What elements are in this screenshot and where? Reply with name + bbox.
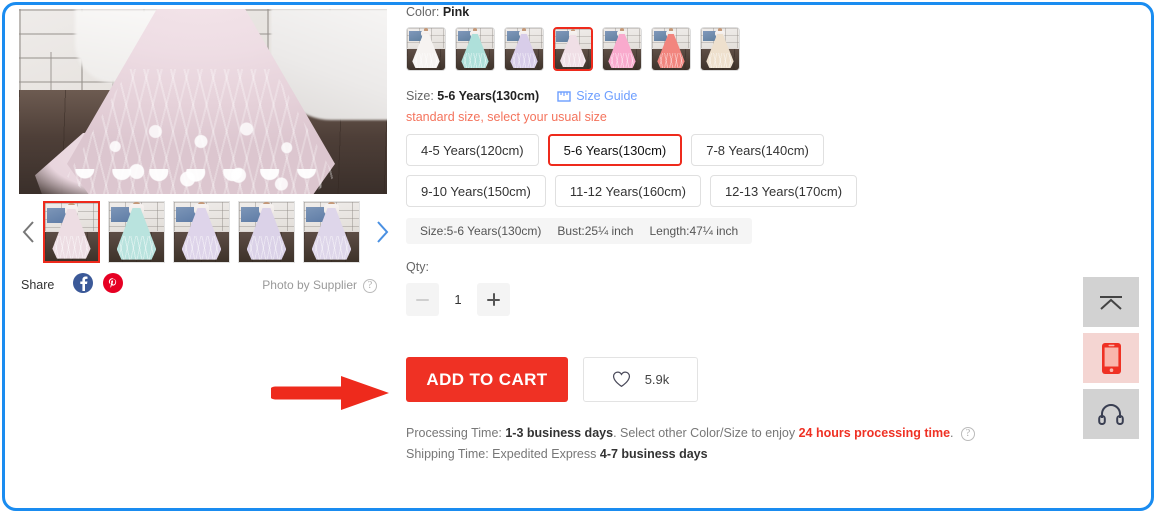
scroll-to-top-button[interactable] [1083,277,1139,327]
swatch-window [604,30,619,42]
gallery-prev-button[interactable] [19,217,37,247]
photo-credit-help-icon[interactable]: ? [363,279,377,293]
size-label: Size: [406,89,434,103]
gallery-thumbnail[interactable] [303,201,360,263]
pinterest-icon [108,278,117,288]
color-swatch[interactable] [553,27,593,71]
color-swatch[interactable] [651,27,691,71]
annotation-arrow [268,373,393,413]
processing-time-value: 1-3 business days [505,426,614,440]
gallery-next-button[interactable] [373,217,391,247]
measurement-bar: Size:5-6 Years(130cm) Bust:25¼ inch Length… [406,218,753,244]
swatch-window [653,30,668,42]
qty-label: Qty: [406,260,429,274]
color-value: Pink [442,5,470,19]
swatch-window [457,30,472,42]
color-swatch-list [406,27,1066,71]
size-value: 5-6 Years(130cm) [437,89,540,103]
processing-time-label: Processing Time: [406,426,502,440]
swatch-window [556,31,570,42]
shipping-info: Processing Time: 1-3 business days. Sele… [406,423,1066,465]
chevron-up-bar-icon [1100,296,1122,310]
main-product-image[interactable] [19,9,387,194]
size-option-button[interactable]: 4-5 Years(120cm) [406,134,539,166]
size-option-button[interactable]: 7-8 Years(140cm) [691,134,824,166]
floating-action-rail [1083,277,1139,445]
color-swatch[interactable] [406,27,446,71]
size-option-button[interactable]: 9-10 Years(150cm) [406,175,546,207]
gallery-thumbnail[interactable] [43,201,100,263]
measurement-item: Length:47¼ inch [649,224,739,238]
shipping-time-label: Shipping Time: Expedited Express [406,447,597,461]
plus-icon [487,293,500,306]
page-frame: Share Photo by Supplier ? Color: Pink Si… [2,2,1154,511]
chevron-left-icon [22,221,34,243]
purchase-actions: ADD TO CART 5.9k [406,357,1066,402]
product-details: Color: Pink Size: 5-6 Years(130cm) Size … [406,5,1066,465]
size-option-list: 4-5 Years(120cm) 5-6 Years(130cm) 7-8 Year… [406,134,966,207]
quantity-stepper: 1 [406,283,1066,316]
measurement-item: Bust:25¼ inch [557,224,634,238]
measurement-item: Size:5-6 Years(130cm) [420,224,542,238]
processing-time-mid: . Select other Color/Size to enjoy [613,426,796,440]
add-to-favorites-button[interactable]: 5.9k [583,357,698,402]
mobile-app-button[interactable] [1083,333,1139,383]
chevron-right-icon [376,221,388,243]
size-option-button[interactable]: 11-12 Years(160cm) [554,175,701,207]
swatch-window [702,30,717,42]
share-facebook-button[interactable] [73,273,93,293]
size-guide-link[interactable]: Size Guide [557,89,637,103]
qty-decrease-button[interactable] [406,283,439,316]
photo-credit-label: Photo by Supplier [262,278,357,292]
gallery-thumbnail[interactable] [173,201,230,263]
ruler-icon [557,90,571,102]
size-label-line: Size: 5-6 Years(130cm) [406,89,539,103]
shipping-time-value: 4-7 business days [599,447,708,461]
share-pinterest-button[interactable] [103,273,123,293]
share-row: Share Photo by Supplier ? [19,273,387,299]
gallery-thumbnail[interactable] [108,201,165,263]
qty-increase-button[interactable] [477,283,510,316]
add-to-cart-button[interactable]: ADD TO CART [406,357,568,402]
color-swatch[interactable] [700,27,740,71]
color-label: Color: [406,5,440,19]
processing-time-help-icon[interactable]: ? [961,426,975,441]
size-option-button[interactable]: 12-13 Years(170cm) [709,175,858,207]
processing-time-promo: 24 hours processing time [798,426,951,440]
swatch-window [506,30,521,42]
heart-icon [612,371,630,388]
color-swatch[interactable] [504,27,544,71]
swatch-window [408,30,423,42]
color-swatch[interactable] [455,27,495,71]
minus-icon [416,298,429,301]
favorites-count: 5.9k [644,372,670,387]
color-label-line: Color: Pink [406,5,1066,19]
headset-icon [1098,404,1124,425]
processing-time-line: Processing Time: 1-3 business days. Sele… [406,423,1066,444]
thumbnail-list [43,201,360,263]
thumbnail-strip [19,201,388,263]
size-guide-label: Size Guide [576,89,638,103]
color-swatch[interactable] [602,27,642,71]
mobile-phone-icon [1101,342,1121,374]
customer-service-button[interactable] [1083,389,1139,439]
size-header: Size: 5-6 Years(130cm) Size Guide [406,89,1066,103]
processing-time-suffix: . [950,426,954,440]
qty-value[interactable]: 1 [439,292,477,307]
size-option-button[interactable]: 5-6 Years(130cm) [547,134,683,166]
gallery-thumbnail[interactable] [238,201,295,263]
shipping-time-line: Shipping Time: Expedited Express 4-7 bus… [406,444,1066,465]
facebook-icon [79,276,87,291]
red-right-arrow-icon [268,376,389,410]
size-hint: standard size, select your usual size [406,110,607,124]
dress-scalloped-hem [69,169,333,194]
share-label: Share [21,278,55,292]
